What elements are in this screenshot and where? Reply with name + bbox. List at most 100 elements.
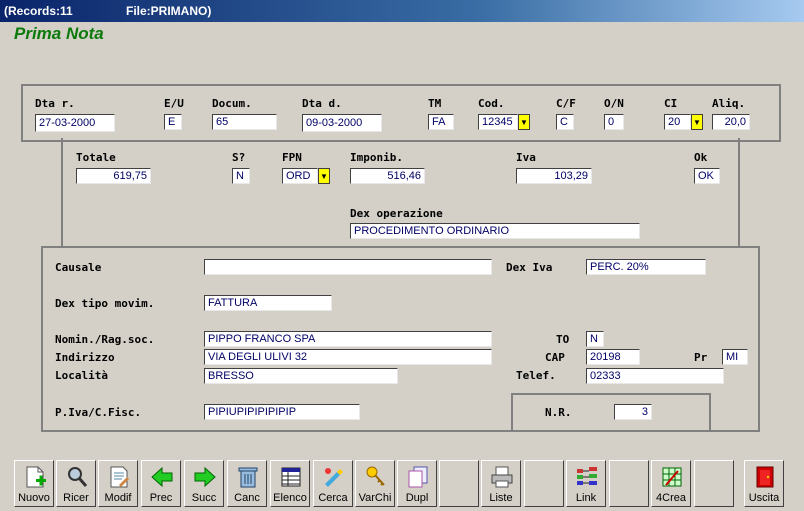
exit-door-icon (756, 466, 774, 488)
cf-field[interactable]: C (556, 114, 574, 130)
imponib-field[interactable]: 516,46 (350, 168, 425, 184)
piva-field[interactable]: PIPIUPIPIPIPIPIP (204, 404, 360, 420)
nomin-field[interactable]: PIPPO FRANCO SPA (204, 331, 492, 347)
empty-button-1[interactable] (439, 460, 479, 507)
telef-field[interactable]: 02333 (586, 368, 724, 384)
dex-iva-label: Dex Iva (506, 261, 553, 274)
aliq-label: Aliq. (712, 97, 746, 110)
ok-field[interactable]: OK (694, 168, 720, 184)
new-document-icon (26, 466, 46, 488)
cerca-label: Cerca (318, 492, 348, 504)
dupl-label: Dupl (405, 492, 429, 504)
link-button[interactable]: Link (566, 460, 606, 507)
nuovo-button[interactable]: Nuovo (14, 460, 54, 507)
ricer-label: Ricer (63, 492, 89, 504)
fpn-dropdown-icon[interactable]: ▼ (318, 168, 330, 184)
printer-icon (491, 466, 513, 488)
dta-d-field[interactable]: 09-03-2000 (302, 114, 382, 132)
on-label: O/N (604, 97, 624, 110)
modif-button[interactable]: Modif (98, 460, 138, 507)
canc-button[interactable]: Canc (227, 460, 267, 507)
cod-label: Cod. (478, 97, 505, 110)
localita-field[interactable]: BRESSO (204, 368, 398, 384)
empty-button-4[interactable] (694, 460, 734, 507)
on-field[interactable]: 0 (604, 114, 624, 130)
localita-label: Località (55, 369, 108, 382)
dex-operazione-field[interactable]: PROCEDIMENTO ORDINARIO (350, 223, 640, 239)
app-title: Prima Nota (14, 24, 104, 43)
nuovo-label: Nuovo (18, 492, 50, 504)
uscita-label: Uscita (748, 492, 780, 504)
uscita-button[interactable]: Uscita (744, 460, 784, 507)
cf-label: C/F (556, 97, 576, 110)
aliq-field[interactable]: 20,0 (712, 114, 750, 130)
totale-field[interactable]: 619,75 (76, 168, 151, 184)
crea-label: 4Crea (656, 492, 686, 504)
cap-label: CAP (545, 351, 565, 364)
elenco-button[interactable]: Elenco (270, 460, 310, 507)
find-icon (325, 468, 343, 487)
dta-r-label: Dta r. (35, 97, 75, 110)
dta-r-field[interactable]: 27-03-2000 (35, 114, 115, 132)
iva-label: Iva (516, 151, 536, 164)
nr-label: N.R. (545, 406, 572, 419)
causale-field[interactable] (204, 259, 492, 275)
search-icon (68, 467, 88, 487)
dex-tipo-movim-field[interactable]: FATTURA (204, 295, 332, 311)
arrow-left-icon (151, 466, 173, 488)
cerca-button[interactable]: Cerca (313, 460, 353, 507)
list-icon (281, 467, 301, 487)
create-icon (662, 467, 682, 487)
iva-field[interactable]: 103,29 (516, 168, 592, 184)
s-field[interactable]: N (232, 168, 250, 184)
totale-label: Totale (76, 151, 116, 164)
nr-field[interactable]: 3 (614, 404, 652, 420)
telef-label: Telef. (516, 369, 556, 382)
duplicate-icon (408, 466, 428, 488)
dex-operazione-label: Dex operazione (350, 207, 443, 220)
liste-button[interactable]: Liste (481, 460, 521, 507)
link-icon (577, 467, 597, 485)
succ-button[interactable]: Succ (184, 460, 224, 507)
toolbar: Nuovo Ricer Modif Prec Succ Canc Elenco … (0, 456, 804, 511)
indirizzo-field[interactable]: VIA DEGLI ULIVI 32 (204, 349, 492, 365)
pr-field[interactable]: MI (722, 349, 748, 365)
nr-group-box (511, 393, 711, 430)
empty-button-2[interactable] (524, 460, 564, 507)
dupl-button[interactable]: Dupl (397, 460, 437, 507)
tm-label: TM (428, 97, 442, 110)
docum-label: Docum. (212, 97, 252, 110)
tm-field[interactable]: FA (428, 114, 454, 130)
cod-field[interactable]: 12345 (478, 114, 518, 130)
prec-button[interactable]: Prec (141, 460, 181, 507)
s-label: S? (232, 151, 246, 164)
causale-label: Causale (55, 261, 102, 274)
cod-dropdown-icon[interactable]: ▼ (518, 114, 530, 130)
edit-icon (110, 466, 129, 488)
ricer-button[interactable]: Ricer (56, 460, 96, 507)
indirizzo-label: Indirizzo (55, 351, 115, 364)
ci-dropdown-icon[interactable]: ▼ (691, 114, 703, 130)
varchi-button[interactable]: VarChi (355, 460, 395, 507)
dta-d-label: Dta d. (302, 97, 342, 110)
modif-label: Modif (104, 492, 132, 504)
to-field[interactable]: N (586, 331, 604, 347)
docum-field[interactable]: 65 (212, 114, 277, 130)
dex-iva-field[interactable]: PERC. 20% (586, 259, 706, 275)
prec-label: Prec (149, 492, 173, 504)
eu-field[interactable]: E (164, 114, 182, 130)
empty-button-3[interactable] (609, 460, 649, 507)
fpn-field[interactable]: ORD (282, 168, 318, 184)
arrow-right-icon (194, 466, 216, 488)
canc-label: Canc (234, 492, 260, 504)
to-label: TO (556, 333, 570, 346)
crea-button[interactable]: 4Crea (651, 460, 691, 507)
link-label: Link (575, 492, 597, 504)
window-titlebar: (Records:11 File:PRIMANO) (0, 0, 804, 22)
keys-icon (366, 466, 385, 486)
ci-field[interactable]: 20 (664, 114, 691, 130)
header-group-box (21, 84, 781, 142)
cap-field[interactable]: 20198 (586, 349, 640, 365)
elenco-label: Elenco (273, 492, 307, 504)
records-count: (Records:11 (4, 4, 73, 18)
